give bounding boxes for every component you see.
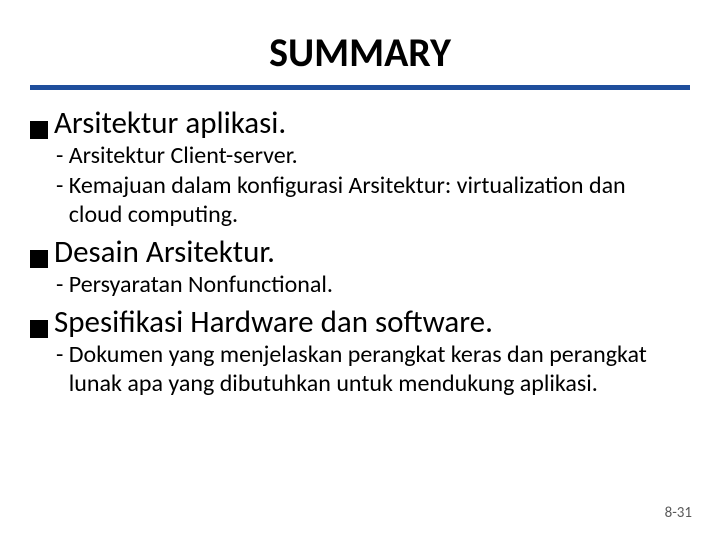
slide-number: 8-31 [665,504,692,522]
section-2: Desain Arsitektur. - Persyaratan Nonfunc… [30,233,690,299]
sub-item: - Arsitektur Client-server. [56,142,680,170]
square-bullet-icon [30,250,48,268]
section-2-subs: - Persyaratan Nonfunctional. [56,271,680,299]
sub-item: - Persyaratan Nonfunctional. [56,271,680,299]
heading-text: Arsitektur aplikasi. [54,104,286,142]
section-heading-1: Arsitektur aplikasi. [30,104,690,142]
sub-text: Persyaratan Nonfunctional. [69,271,333,299]
sub-text: Kemajuan dalam konfigurasi Arsitektur: v… [69,172,680,229]
dash-icon: - [56,271,69,299]
section-heading-2: Desain Arsitektur. [30,233,690,271]
sub-item: - Kemajuan dalam konfigurasi Arsitektur:… [56,172,680,229]
sub-text: Dokumen yang menjelaskan perangkat keras… [69,341,680,398]
section-3-subs: - Dokumen yang menjelaskan perangkat ker… [56,341,680,398]
sub-item: - Dokumen yang menjelaskan perangkat ker… [56,341,680,398]
slide-title: SUMMARY [30,28,690,77]
slide: SUMMARY Arsitektur aplikasi. - Arsitektu… [0,0,720,540]
sub-text: Arsitektur Client-server. [69,142,298,170]
dash-icon: - [56,341,69,398]
section-heading-3: Spesifikasi Hardware dan software. [30,303,690,341]
section-3: Spesifikasi Hardware dan software. - Dok… [30,303,690,398]
title-underline [30,85,690,90]
dash-icon: - [56,142,69,170]
section-1-subs: - Arsitektur Client-server. - Kemajuan d… [56,142,680,229]
heading-text: Spesifikasi Hardware dan software. [54,303,493,341]
dash-icon: - [56,172,69,229]
section-1: Arsitektur aplikasi. - Arsitektur Client… [30,104,690,229]
heading-text: Desain Arsitektur. [54,233,275,271]
square-bullet-icon [30,320,48,338]
square-bullet-icon [30,121,48,139]
